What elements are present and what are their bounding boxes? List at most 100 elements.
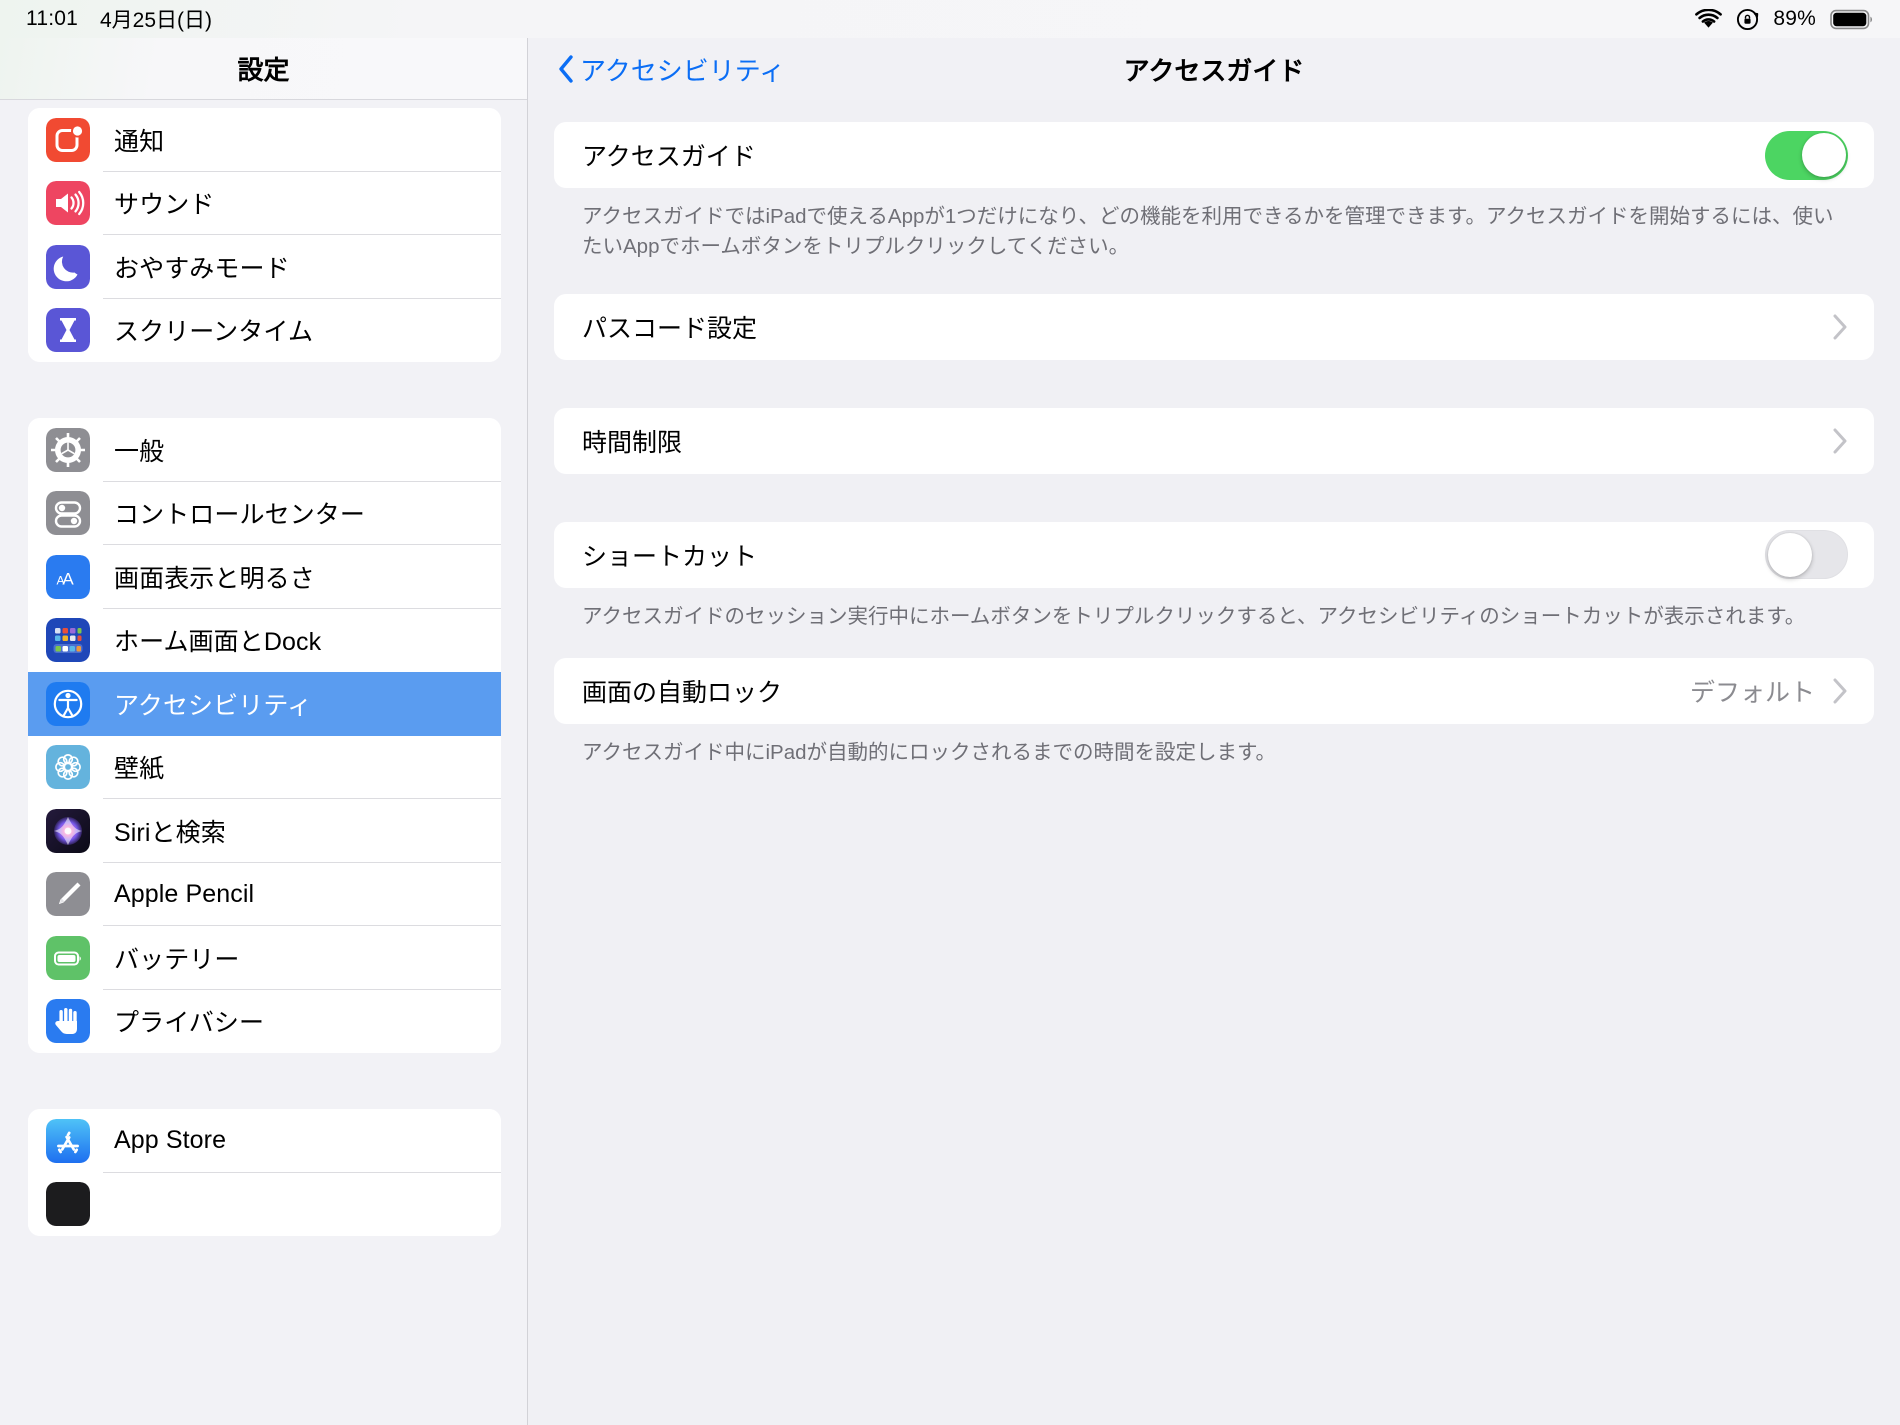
detail-header: アクセシビリティ アクセスガイド (528, 38, 1900, 100)
shortcut-card: ショートカット (554, 521, 1874, 588)
sidebar-title: 設定 (237, 55, 290, 85)
ipad-settings-screen: 11:01 4月25日(日) 89% 設定 通知 サウンド おやすみモード スク… (0, 0, 1900, 1425)
guided-access-toggle[interactable] (1765, 130, 1848, 180)
accessibility-icon (46, 681, 90, 726)
shortcut-note: アクセスガイドのセッション実行中にホームボタンをトリプルクリックすると、アクセシ… (582, 604, 1806, 628)
chevron-right-icon (1833, 314, 1848, 340)
back-button-label: アクセシビリティ (580, 55, 786, 86)
chevron-right-icon (1833, 678, 1848, 704)
chevron-left-icon (558, 55, 574, 83)
sidebar-item-label: Siriと検索 (114, 818, 226, 847)
sidebar-item-label: Apple Pencil (114, 879, 255, 908)
battery-icon (1830, 9, 1874, 30)
app-store-icon (46, 1118, 90, 1163)
time-limit-label: 時間制限 (582, 428, 683, 457)
sidebar-item-label: ホーム画面とDock (114, 628, 322, 657)
shortcut-label: ショートカット (582, 542, 758, 571)
battery-percent: 89% (1773, 7, 1816, 30)
guided-access-row[interactable]: アクセスガイド (554, 122, 1874, 188)
do-not-disturb-icon (46, 244, 90, 289)
general-gear-icon (46, 427, 90, 472)
status-bar: 11:01 4月25日(日) 89% (0, 0, 1900, 38)
sidebar-item-label: 画面表示と明るさ (114, 564, 315, 593)
sidebar-item-label: App Store (114, 1126, 227, 1155)
auto-lock-row[interactable]: 画面の自動ロック デフォルト (554, 658, 1874, 724)
detail-body: アクセスガイド アクセスガイドではiPadで使えるAppが1つだけになり、どの機… (528, 100, 1900, 1425)
sidebar-item-battery[interactable]: バッテリー (28, 926, 501, 990)
display-brightness-icon: A A (46, 554, 90, 599)
sidebar-item-label: アクセシビリティ (114, 691, 313, 720)
auto-lock-value: デフォルト (1689, 678, 1815, 707)
sidebar-group-2: 一般 コントロールセンター A A 画面表示と明るさ ホーム画面とDock アク… (28, 418, 501, 1053)
detail-pane: アクセシビリティ アクセスガイド アクセスガイド アクセスガイドではiPadで使… (528, 38, 1900, 1425)
sidebar-item-label: プライバシー (114, 1009, 265, 1038)
siri-search-icon (46, 808, 90, 853)
back-button[interactable]: アクセシビリティ (558, 51, 785, 88)
shortcut-row[interactable]: ショートカット (554, 522, 1874, 588)
notifications-icon (46, 117, 90, 162)
time-limit-right (1833, 428, 1848, 454)
rotation-lock-icon (1736, 8, 1759, 31)
wifi-icon (1695, 9, 1723, 29)
guided-access-note: アクセスガイドではiPadで使えるAppが1つだけになり、どの機能を利用できるか… (582, 205, 1834, 258)
passcode-settings-row[interactable]: パスコード設定 (554, 294, 1874, 360)
auto-lock-label: 画面の自動ロック (582, 678, 783, 707)
sidebar-item-wallpaper[interactable]: 壁紙 (28, 735, 501, 799)
sidebar-item-label: スクリーンタイム (114, 318, 314, 347)
sidebar-item-apple-pencil[interactable]: Apple Pencil (28, 862, 501, 926)
sidebar-item-general[interactable]: 一般 (28, 418, 501, 482)
sidebar-item-label: バッテリー (114, 945, 240, 974)
sidebar-scroll[interactable]: 通知 サウンド おやすみモード スクリーンタイム 一般 コントロールセンター A… (0, 100, 527, 1425)
sidebar-item-label: 通知 (114, 127, 165, 156)
sidebar-item-label: コントロールセンター (114, 501, 366, 530)
sidebar-item-notifications[interactable]: 通知 (28, 108, 501, 172)
sidebar-item-privacy[interactable]: プライバシー (28, 989, 501, 1053)
status-time: 11:01 (26, 7, 78, 30)
auto-lock-right: デフォルト (1690, 673, 1848, 709)
privacy-hand-icon (46, 999, 90, 1044)
time-limit-card: 時間制限 (554, 407, 1874, 474)
guided-access-label: アクセスガイド (582, 143, 756, 171)
sidebar-group-3: App Store (28, 1109, 501, 1236)
passcode-card: パスコード設定 (554, 293, 1874, 360)
sidebar-item-app-store[interactable]: App Store (28, 1109, 501, 1173)
sound-icon (46, 181, 90, 226)
sidebar-item-siri-search[interactable]: Siriと検索 (28, 799, 501, 863)
wallpaper-icon (46, 745, 90, 790)
sidebar-item-accessibility[interactable]: アクセシビリティ (28, 672, 501, 736)
apple-pencil-icon (46, 872, 90, 917)
sidebar-header: 設定 (0, 38, 527, 100)
auto-lock-card: 画面の自動ロック デフォルト (554, 657, 1874, 724)
sidebar-item-label: おやすみモード (114, 254, 290, 283)
home-screen-dock-icon (46, 618, 90, 663)
passcode-settings-right (1833, 314, 1848, 340)
svg-text:A: A (57, 573, 65, 587)
sidebar-group-1: 通知 サウンド おやすみモード スクリーンタイム (28, 108, 501, 362)
auto-lock-note: アクセスガイド中にiPadが自動的にロックされるまでの時間を設定します。 (582, 740, 1276, 764)
shortcut-right (1765, 530, 1848, 580)
wallet-icon (46, 1182, 90, 1227)
status-bar-left: 11:01 4月25日(日) (26, 4, 212, 34)
passcode-settings-label: パスコード設定 (582, 314, 758, 343)
sidebar-item-label: サウンド (114, 191, 215, 220)
battery-settings-icon (46, 935, 90, 980)
guided-access-right (1765, 130, 1848, 180)
sidebar-item-do-not-disturb[interactable]: おやすみモード (28, 235, 501, 299)
status-bar-right: 89% (1695, 7, 1874, 31)
guided-access-card: アクセスガイド (554, 122, 1874, 188)
sidebar-item-label: 一般 (114, 437, 165, 466)
sidebar-item-display-brightness[interactable]: A A 画面表示と明るさ (28, 545, 501, 609)
control-center-icon (46, 491, 90, 536)
screen-time-icon (46, 308, 90, 353)
time-limit-row[interactable]: 時間制限 (554, 408, 1874, 474)
status-date: 4月25日(日) (100, 9, 213, 32)
split-view: 設定 通知 サウンド おやすみモード スクリーンタイム 一般 コントロールセンタ… (0, 38, 1900, 1425)
shortcut-toggle[interactable] (1765, 530, 1848, 580)
sidebar-item-home-screen-dock[interactable]: ホーム画面とDock (28, 608, 501, 672)
sidebar-item-label: 壁紙 (114, 755, 165, 784)
sidebar-item-sounds[interactable]: サウンド (28, 171, 501, 235)
sidebar-item-screen-time[interactable]: スクリーンタイム (28, 298, 501, 362)
settings-sidebar: 設定 通知 サウンド おやすみモード スクリーンタイム 一般 コントロールセンタ… (0, 38, 528, 1425)
sidebar-item-control-center[interactable]: コントロールセンター (28, 481, 501, 545)
sidebar-item-partial[interactable] (28, 1172, 501, 1236)
